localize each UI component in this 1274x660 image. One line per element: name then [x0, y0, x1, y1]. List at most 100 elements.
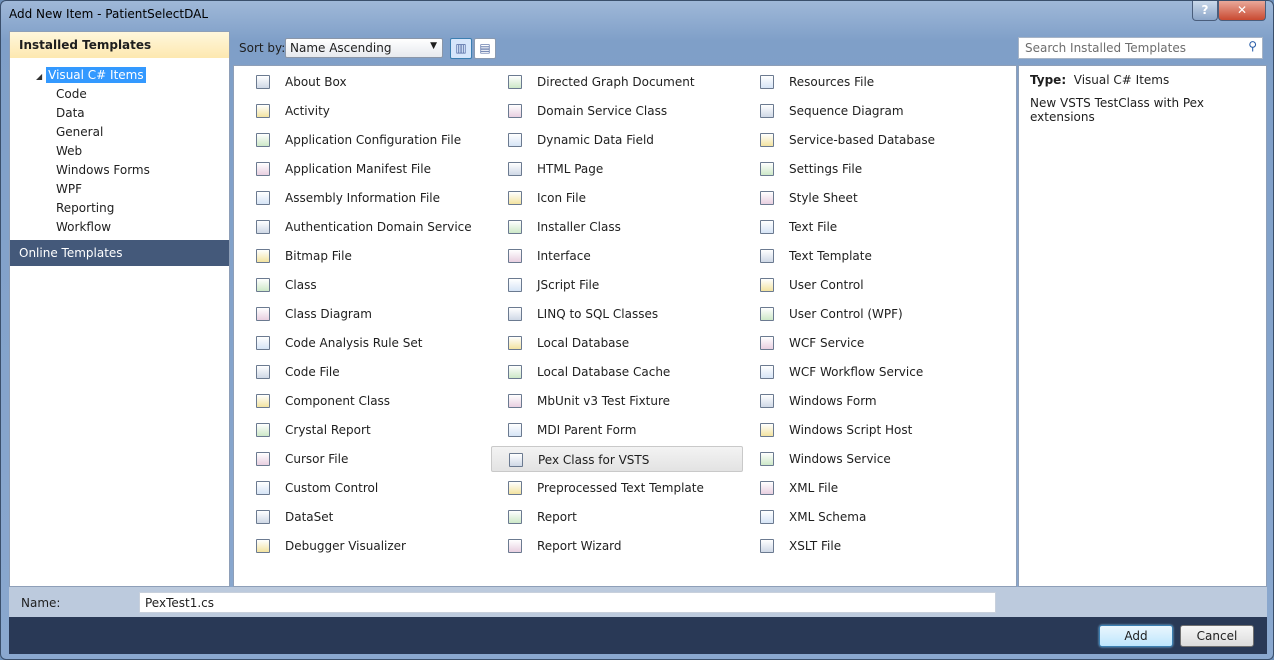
template-item[interactable]: Dynamic Data Field	[491, 127, 743, 153]
template-icon	[256, 423, 270, 437]
template-item[interactable]: User Control	[743, 272, 995, 298]
template-label: Code File	[285, 365, 340, 379]
template-item[interactable]: Windows Service	[743, 446, 995, 472]
template-label: MDI Parent Form	[537, 423, 637, 437]
medium-icons-view-button[interactable]: ▥	[450, 38, 472, 59]
template-item[interactable]: Text File	[743, 214, 995, 240]
tree-item-windows-forms[interactable]: Windows Forms	[10, 161, 229, 180]
name-bar: Name: PexTest1.cs	[9, 587, 1267, 617]
tree-item-wpf[interactable]: WPF	[10, 180, 229, 199]
template-icon	[508, 220, 522, 234]
tree-item-visual-csharp[interactable]: ◢ Visual C# Items	[10, 66, 229, 85]
template-icon	[508, 336, 522, 350]
template-item[interactable]: JScript File	[491, 272, 743, 298]
search-icon[interactable]: ⚲	[1248, 39, 1257, 53]
add-button[interactable]: Add	[1099, 625, 1173, 647]
online-templates-header[interactable]: Online Templates	[10, 240, 229, 266]
template-item[interactable]: Local Database	[491, 330, 743, 356]
template-item[interactable]: MDI Parent Form	[491, 417, 743, 443]
template-item[interactable]: Debugger Visualizer	[239, 533, 491, 559]
search-input[interactable]: Search Installed Templates ⚲	[1018, 37, 1263, 59]
tree-item-code[interactable]: Code	[10, 85, 229, 104]
template-item[interactable]: Activity	[239, 98, 491, 124]
template-label: Preprocessed Text Template	[537, 481, 704, 495]
template-item[interactable]: Pex Class for VSTS	[491, 446, 743, 472]
tree-item-data[interactable]: Data	[10, 104, 229, 123]
template-item[interactable]: User Control (WPF)	[743, 301, 995, 327]
template-item[interactable]: Class Diagram	[239, 301, 491, 327]
template-item[interactable]: Windows Form	[743, 388, 995, 414]
template-label: Interface	[537, 249, 591, 263]
template-item[interactable]: Assembly Information File	[239, 185, 491, 211]
template-item[interactable]: Local Database Cache	[491, 359, 743, 385]
template-item[interactable]: Application Configuration File	[239, 127, 491, 153]
template-icon	[508, 307, 522, 321]
template-list: About Box Activity Application Configurati…	[233, 65, 1017, 587]
template-icon	[760, 452, 774, 466]
close-button[interactable]: ✕	[1218, 1, 1266, 21]
template-item[interactable]: Component Class	[239, 388, 491, 414]
template-item[interactable]: LINQ to SQL Classes	[491, 301, 743, 327]
cancel-button[interactable]: Cancel	[1180, 625, 1254, 647]
template-item[interactable]: Service-based Database	[743, 127, 995, 153]
template-item[interactable]: Application Manifest File	[239, 156, 491, 182]
template-item[interactable]: Windows Script Host	[743, 417, 995, 443]
template-item[interactable]: XML Schema	[743, 504, 995, 530]
template-item[interactable]: Cursor File	[239, 446, 491, 472]
sort-dropdown[interactable]: Name Ascending ▼	[285, 38, 443, 58]
template-item[interactable]: Icon File	[491, 185, 743, 211]
template-item[interactable]: XSLT File	[743, 533, 995, 559]
template-item[interactable]: WCF Service	[743, 330, 995, 356]
template-item[interactable]: Custom Control	[239, 475, 491, 501]
template-item[interactable]: DataSet	[239, 504, 491, 530]
template-item[interactable]: Report	[491, 504, 743, 530]
help-button[interactable]: ?	[1192, 1, 1218, 21]
button-bar: Add Cancel	[9, 617, 1267, 654]
name-input[interactable]: PexTest1.cs	[139, 592, 996, 613]
tree-item-label: Visual C# Items	[46, 67, 146, 83]
template-icon	[508, 75, 522, 89]
tree-item-reporting[interactable]: Reporting	[10, 199, 229, 218]
dialog-window: Add New Item - PatientSelectDAL ? ✕ Inst…	[0, 0, 1274, 660]
template-item[interactable]: Code Analysis Rule Set	[239, 330, 491, 356]
template-item[interactable]: Preprocessed Text Template	[491, 475, 743, 501]
template-item[interactable]: Settings File	[743, 156, 995, 182]
template-icon	[760, 423, 774, 437]
small-icons-view-button[interactable]: ▤	[474, 38, 496, 59]
template-item[interactable]: Authentication Domain Service	[239, 214, 491, 240]
template-item[interactable]: Directed Graph Document	[491, 69, 743, 95]
template-item[interactable]: About Box	[239, 69, 491, 95]
template-item[interactable]: Class	[239, 272, 491, 298]
tree-item-general[interactable]: General	[10, 123, 229, 142]
template-item[interactable]: Style Sheet	[743, 185, 995, 211]
template-item[interactable]: Code File	[239, 359, 491, 385]
template-item[interactable]: XML File	[743, 475, 995, 501]
template-item[interactable]: Text Template	[743, 243, 995, 269]
template-item[interactable]: Domain Service Class	[491, 98, 743, 124]
template-item[interactable]: Report Wizard	[491, 533, 743, 559]
template-icon	[256, 162, 270, 176]
template-label: Code Analysis Rule Set	[285, 336, 423, 350]
template-item[interactable]: WCF Workflow Service	[743, 359, 995, 385]
template-item[interactable]: Resources File	[743, 69, 995, 95]
template-icon	[760, 249, 774, 263]
template-item[interactable]: MbUnit v3 Test Fixture	[491, 388, 743, 414]
template-tree: ◢ Visual C# Items Code Data General Web Windo…	[10, 58, 229, 237]
expand-arrow-icon[interactable]: ◢	[36, 72, 42, 81]
template-icon	[760, 336, 774, 350]
tree-item-web[interactable]: Web	[10, 142, 229, 161]
template-icon	[256, 481, 270, 495]
tree-item-workflow[interactable]: Workflow	[10, 218, 229, 237]
template-icon	[256, 220, 270, 234]
template-icon	[256, 307, 270, 321]
template-icon	[256, 278, 270, 292]
template-label: MbUnit v3 Test Fixture	[537, 394, 671, 408]
template-item[interactable]: Installer Class	[491, 214, 743, 240]
installed-templates-header[interactable]: Installed Templates	[10, 32, 229, 58]
template-item[interactable]: Interface	[491, 243, 743, 269]
template-item[interactable]: Crystal Report	[239, 417, 491, 443]
template-item[interactable]: Sequence Diagram	[743, 98, 995, 124]
template-item[interactable]: HTML Page	[491, 156, 743, 182]
template-icon	[508, 510, 522, 524]
template-item[interactable]: Bitmap File	[239, 243, 491, 269]
